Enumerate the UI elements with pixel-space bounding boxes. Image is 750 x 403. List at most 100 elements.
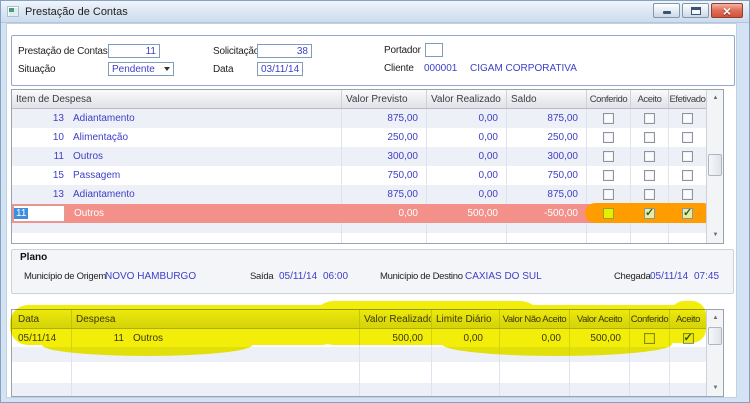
aceito-checkbox[interactable] (644, 208, 655, 219)
solicitacao-label: Solicitação (213, 46, 259, 57)
item-name: Adiantamento (73, 113, 135, 124)
col-valor-nao-aceito[interactable]: Valor Não Aceito (500, 310, 570, 328)
expense-row-selected[interactable]: 11 Outros 0,00 500,00 -500,00 (12, 204, 723, 223)
scroll-thumb[interactable] (708, 154, 722, 176)
detail-row[interactable]: 05/11/14 11Outros 500,00 0,00 0,00 500,0… (12, 329, 723, 347)
scroll-down-icon[interactable] (708, 381, 723, 395)
efetivado-checkbox[interactable] (682, 208, 693, 219)
valor-previsto-cell: 300,00 (342, 147, 427, 166)
valor-aceito-cell: 500,00 (570, 329, 630, 347)
col-valor-realizado[interactable]: Valor Realizado (427, 90, 507, 108)
expense-row[interactable]: 10Alimentação 250,00 0,00 250,00 (12, 128, 723, 147)
maximize-icon (691, 7, 701, 15)
conferido-checkbox[interactable] (603, 113, 614, 124)
scroll-up-icon[interactable] (708, 311, 723, 325)
conferido-cell (587, 147, 631, 166)
saldo-cell: 250,00 (507, 128, 587, 147)
aceito-checkbox[interactable] (644, 113, 655, 124)
client-area: Prestação de Contas 11 Situação Pendente… (6, 23, 737, 398)
close-button[interactable] (711, 3, 743, 18)
situacao-dropdown[interactable]: Pendente (108, 62, 174, 76)
valor-previsto-cell: 0,00 (342, 204, 427, 223)
item-cell: 13Adiantamento (12, 185, 342, 204)
expense-row[interactable]: 15Passagem 750,00 0,00 750,00 (12, 166, 723, 185)
item-cell: 13Adiantamento (12, 109, 342, 128)
col-aceito[interactable]: Aceito (670, 310, 706, 328)
conferido-cell (587, 128, 631, 147)
valor-realizado-cell: 500,00 (360, 329, 432, 347)
aceito-checkbox[interactable] (644, 151, 655, 162)
col-aceito[interactable]: Aceito (631, 90, 669, 108)
valor-previsto-cell: 250,00 (342, 128, 427, 147)
conferido-checkbox[interactable] (603, 189, 614, 200)
conferido-checkbox[interactable] (603, 208, 614, 219)
col-conferido[interactable]: Conferido (587, 90, 631, 108)
conferido-checkbox[interactable] (603, 170, 614, 181)
item-code: 15 (12, 170, 64, 181)
saida-time: 06:00 (323, 271, 348, 282)
portador-label: Portador (384, 45, 421, 56)
aceito-checkbox[interactable] (644, 189, 655, 200)
aceito-checkbox[interactable] (644, 170, 655, 181)
saldo-cell: 875,00 (507, 109, 587, 128)
cliente-code: 000001 (424, 63, 457, 74)
expense-table-scrollbar[interactable] (706, 90, 723, 243)
origem-label: Município de Origem (24, 271, 106, 282)
saldo-cell: 300,00 (507, 147, 587, 166)
portador-input[interactable] (425, 43, 443, 57)
item-cell: 10Alimentação (12, 128, 342, 147)
col-valor-previsto[interactable]: Valor Previsto (342, 90, 427, 108)
conferido-checkbox[interactable] (603, 151, 614, 162)
header-form: Prestação de Contas 11 Situação Pendente… (11, 35, 735, 86)
valor-realizado-cell: 500,00 (427, 204, 507, 223)
col-efetivado[interactable]: Efetivado (669, 90, 706, 108)
prestacao-input[interactable]: 11 (108, 44, 160, 58)
valor-realizado-cell: 0,00 (427, 166, 507, 185)
efetivado-checkbox[interactable] (682, 189, 693, 200)
col-valor-aceito[interactable]: Valor Aceito (570, 310, 630, 328)
data-input[interactable]: 03/11/14 (257, 62, 303, 76)
col-despesa[interactable]: Despesa (72, 310, 360, 328)
expense-row[interactable]: 11Outros 300,00 0,00 300,00 (12, 147, 723, 166)
efetivado-checkbox[interactable] (682, 151, 693, 162)
item-name: Alimentação (73, 132, 128, 143)
efetivado-checkbox[interactable] (682, 132, 693, 143)
limite-diario-cell: 0,00 (432, 329, 500, 347)
conferido-checkbox[interactable] (603, 132, 614, 143)
chegada-time: 07:45 (694, 271, 719, 282)
scroll-thumb[interactable] (708, 327, 722, 345)
efetivado-checkbox[interactable] (682, 113, 693, 124)
col-conferido[interactable]: Conferido (630, 310, 670, 328)
conferido-cell (587, 109, 631, 128)
scroll-down-icon[interactable] (708, 228, 723, 242)
aceito-cell (631, 185, 669, 204)
empty-row (12, 362, 723, 383)
editbox-selected-text: 11 (14, 208, 28, 219)
conferido-checkbox[interactable] (644, 333, 655, 344)
minimize-button[interactable] (653, 3, 680, 18)
efetivado-cell (669, 128, 706, 147)
expense-row[interactable]: 13Adiantamento 875,00 0,00 875,00 (12, 109, 723, 128)
maximize-button[interactable] (682, 3, 709, 18)
expense-row[interactable]: 13Adiantamento 875,00 0,00 875,00 (12, 185, 723, 204)
chegada-date: 05/11/14 (650, 271, 688, 282)
efetivado-checkbox[interactable] (682, 170, 693, 181)
despesa-cell: 11Outros (72, 329, 360, 347)
efetivado-cell (669, 185, 706, 204)
col-limite-diario[interactable]: Limite Diário (432, 310, 500, 328)
col-saldo[interactable]: Saldo (507, 90, 587, 108)
col-item-de-despesa[interactable]: Item de Despesa (12, 90, 342, 108)
solicitacao-input[interactable]: 38 (257, 44, 312, 58)
efetivado-cell (669, 166, 706, 185)
col-valor-realizado[interactable]: Valor Realizado (360, 310, 432, 328)
valor-realizado-cell: 0,00 (427, 185, 507, 204)
aceito-checkbox[interactable] (644, 132, 655, 143)
despesa-code: 11 (72, 333, 124, 344)
item-code-editbox[interactable]: 11 (13, 205, 65, 222)
scroll-up-icon[interactable] (708, 91, 723, 105)
col-data[interactable]: Data (12, 310, 72, 328)
aceito-checkbox[interactable] (683, 333, 694, 344)
detail-table-scrollbar[interactable] (706, 310, 723, 396)
data-label: Data (213, 64, 233, 75)
data-cell: 05/11/14 (12, 329, 72, 347)
